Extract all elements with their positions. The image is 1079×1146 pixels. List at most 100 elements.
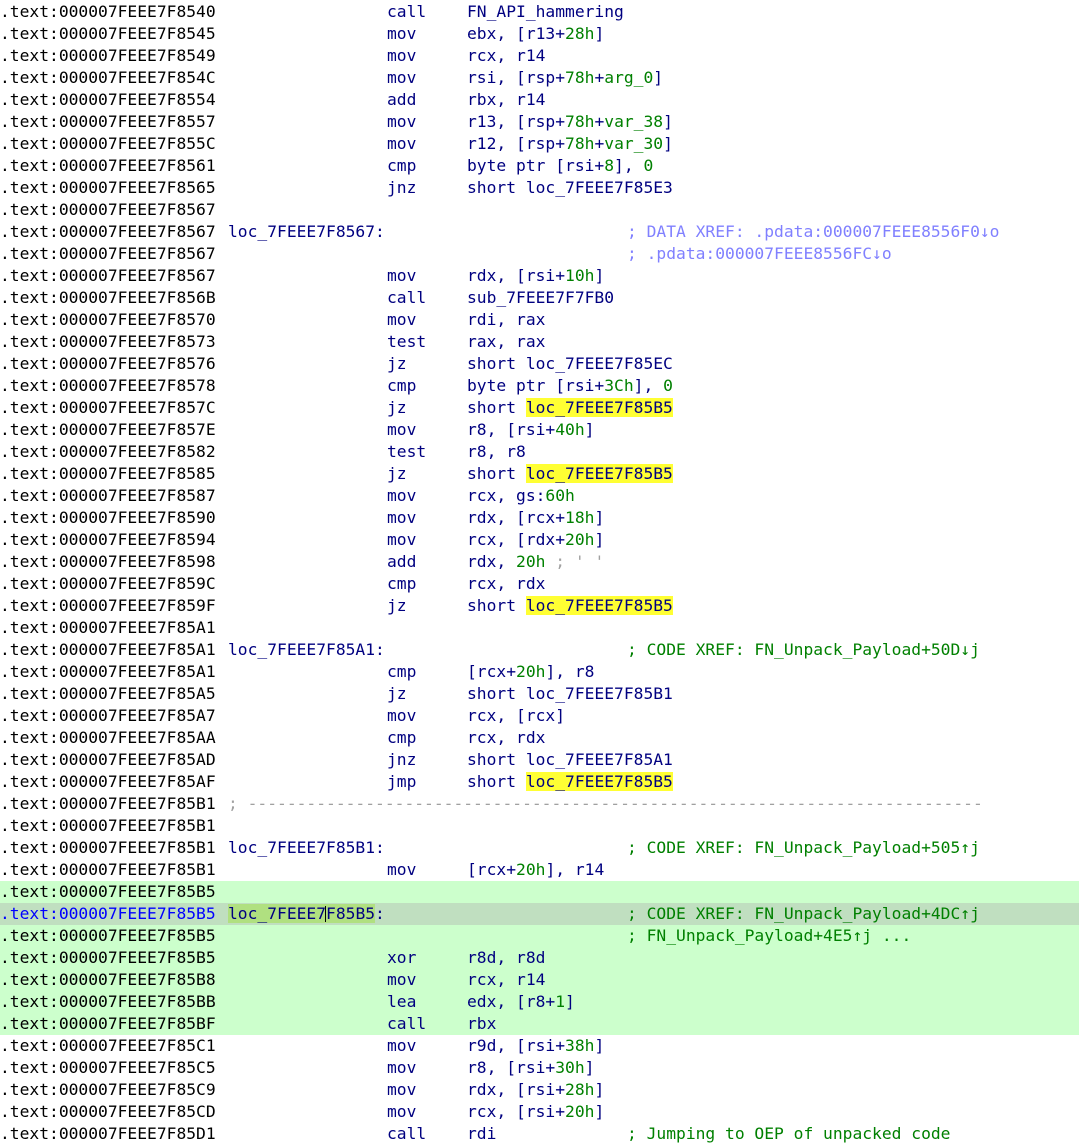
address[interactable]: .text:000007FEEE7F857E (0, 419, 216, 441)
address[interactable]: .text:000007FEEE7F85B5 (0, 925, 216, 947)
address[interactable]: .text:000007FEEE7F85A5 (0, 683, 216, 705)
listing-line[interactable]: .text:000007FEEE7F85B5 ; FN_Unpack_Payloa… (0, 925, 1079, 947)
address[interactable]: .text:000007FEEE7F85A1 (0, 661, 216, 683)
address[interactable]: .text:000007FEEE7F8567 (0, 199, 216, 221)
highlighted-label-ref[interactable]: loc_7FEEE7F85B5 (525, 398, 673, 417)
listing-line[interactable]: .text:000007FEEE7F8598 add rdx, 20h ; ' ' (0, 551, 1079, 573)
listing-line[interactable]: .text:000007FEEE7F854C mov rsi, [rsp+78h+a… (0, 67, 1079, 89)
listing-line[interactable]: .text:000007FEEE7F85AD jnz short loc_7FEEE… (0, 749, 1079, 771)
mnemonic[interactable]: cmp (387, 375, 416, 397)
listing-line[interactable]: .text:000007FEEE7F85C9 mov rdx, [rsi+28h] (0, 1079, 1079, 1101)
address[interactable]: .text:000007FEEE7F8587 (0, 485, 216, 507)
mnemonic[interactable]: mov (387, 485, 416, 507)
operands[interactable]: short loc_7FEEE7F85B5 (467, 771, 673, 793)
address[interactable]: .text:000007FEEE7F8567 (0, 243, 216, 265)
mnemonic[interactable]: jnz (387, 749, 416, 771)
disassembly-listing[interactable]: .text:000007FEEE7F8540 call FN_API_hammeri… (0, 1, 1079, 1145)
listing-line[interactable]: .text:000007FEEE7F8567 loc_7FEEE7F8567: ; … (0, 221, 1079, 243)
listing-line[interactable]: .text:000007FEEE7F8570 mov rdi, rax (0, 309, 1079, 331)
address[interactable]: .text:000007FEEE7F8561 (0, 155, 216, 177)
operands[interactable]: rcx, r14 (467, 969, 545, 991)
operands[interactable]: rcx, gs:60h (467, 485, 575, 507)
listing-line[interactable]: .text:000007FEEE7F85BB lea edx, [r8+1] (0, 991, 1079, 1013)
listing-line[interactable]: .text:000007FEEE7F8567 ; .pdata:000007FEE… (0, 243, 1079, 265)
operands[interactable]: rcx, r14 (467, 45, 545, 67)
mnemonic[interactable]: mov (387, 23, 416, 45)
address[interactable]: .text:000007FEEE7F85A7 (0, 705, 216, 727)
mnemonic[interactable]: mov (387, 969, 416, 991)
operands[interactable]: r12, [rsp+78h+var_30] (467, 133, 673, 155)
mnemonic[interactable]: mov (387, 45, 416, 67)
address[interactable]: .text:000007FEEE7F859F (0, 595, 216, 617)
operands[interactable]: short loc_7FEEE7F85B5 (467, 463, 673, 485)
operands[interactable]: r8, [rsi+30h] (467, 1057, 594, 1079)
operands[interactable]: rax, rax (467, 331, 545, 353)
mnemonic[interactable]: jmp (387, 771, 416, 793)
listing-line[interactable]: .text:000007FEEE7F8561 cmp byte ptr [rsi+8… (0, 155, 1079, 177)
address[interactable]: .text:000007FEEE7F85CD (0, 1101, 216, 1123)
listing-line[interactable]: .text:000007FEEE7F85B1 ; ----------------… (0, 793, 1079, 815)
listing-line[interactable]: .text:000007FEEE7F85B5 (0, 881, 1079, 903)
address[interactable]: .text:000007FEEE7F854C (0, 67, 216, 89)
address[interactable]: .text:000007FEEE7F8567 (0, 221, 216, 243)
mnemonic[interactable]: xor (387, 947, 416, 969)
address[interactable]: .text:000007FEEE7F85C5 (0, 1057, 216, 1079)
address[interactable]: .text:000007FEEE7F8590 (0, 507, 216, 529)
listing-line[interactable]: .text:000007FEEE7F85B1 (0, 815, 1079, 837)
operands[interactable]: short loc_7FEEE7F85EC (467, 353, 673, 375)
listing-line[interactable]: .text:000007FEEE7F85B8 mov rcx, r14 (0, 969, 1079, 991)
operands[interactable]: short loc_7FEEE7F85B1 (467, 683, 673, 705)
mnemonic[interactable]: cmp (387, 727, 416, 749)
operands[interactable]: rdx, [rcx+18h] (467, 507, 604, 529)
operands[interactable]: rdx, [rsi+28h] (467, 1079, 604, 1101)
listing-line[interactable]: .text:000007FEEE7F8557 mov r13, [rsp+78h+v… (0, 111, 1079, 133)
mnemonic[interactable]: mov (387, 507, 416, 529)
address[interactable]: .text:000007FEEE7F85AA (0, 727, 216, 749)
address[interactable]: .text:000007FEEE7F8549 (0, 45, 216, 67)
mnemonic[interactable]: call (387, 287, 426, 309)
operands[interactable]: rbx, r14 (467, 89, 545, 111)
operands[interactable]: rcx, [rsi+20h] (467, 1101, 604, 1123)
code-label[interactable]: loc_7FEEE7F85A1: (228, 639, 385, 661)
listing-line[interactable]: .text:000007FEEE7F85C1 mov r9d, [rsi+38h] (0, 1035, 1079, 1057)
listing-line[interactable]: .text:000007FEEE7F85A5 jz short loc_7FEEE7… (0, 683, 1079, 705)
operands[interactable]: rcx, rdx (467, 727, 545, 749)
code-label[interactable]: loc_7FEEE7F85B1: (228, 837, 385, 859)
address[interactable]: .text:000007FEEE7F8598 (0, 551, 216, 573)
address[interactable]: .text:000007FEEE7F85B1 (0, 837, 216, 859)
listing-line[interactable]: .text:000007FEEE7F85BF call rbx (0, 1013, 1079, 1035)
mnemonic[interactable]: jz (387, 463, 407, 485)
listing-line[interactable]: .text:000007FEEE7F85B1 mov [rcx+20h], r14 (0, 859, 1079, 881)
mnemonic[interactable]: mov (387, 265, 416, 287)
listing-line[interactable]: .text:000007FEEE7F8567 (0, 199, 1079, 221)
listing-line[interactable]: .text:000007FEEE7F8540 call FN_API_hammeri… (0, 1, 1079, 23)
listing-line[interactable]: .text:000007FEEE7F8565 jnz short loc_7FEEE… (0, 177, 1079, 199)
mnemonic[interactable]: mov (387, 419, 416, 441)
listing-line[interactable]: .text:000007FEEE7F8582 test r8, r8 (0, 441, 1079, 463)
operands[interactable]: edx, [r8+1] (467, 991, 575, 1013)
mnemonic[interactable]: call (387, 1013, 426, 1035)
listing-line[interactable]: .text:000007FEEE7F85A7 mov rcx, [rcx] (0, 705, 1079, 727)
operands[interactable]: rdx, [rsi+10h] (467, 265, 604, 287)
operands[interactable]: r13, [rsp+78h+var_38] (467, 111, 673, 133)
code-label[interactable]: loc_7FEEE7F85B5: (228, 903, 385, 925)
mnemonic[interactable]: jz (387, 595, 407, 617)
address[interactable]: .text:000007FEEE7F85AF (0, 771, 216, 793)
address[interactable]: .text:000007FEEE7F859C (0, 573, 216, 595)
address[interactable]: .text:000007FEEE7F8594 (0, 529, 216, 551)
address[interactable]: .text:000007FEEE7F85AD (0, 749, 216, 771)
address[interactable]: .text:000007FEEE7F85B5 (0, 947, 216, 969)
address[interactable]: .text:000007FEEE7F85A1 (0, 617, 216, 639)
listing-line[interactable]: .text:000007FEEE7F855C mov r12, [rsp+78h+v… (0, 133, 1079, 155)
listing-line[interactable]: .text:000007FEEE7F857C jz short loc_7FEEE7… (0, 397, 1079, 419)
listing-line[interactable]: .text:000007FEEE7F85A1 loc_7FEEE7F85A1: ; … (0, 639, 1079, 661)
listing-line[interactable]: .text:000007FEEE7F8549 mov rcx, r14 (0, 45, 1079, 67)
listing-line[interactable]: .text:000007FEEE7F859F jz short loc_7FEEE7… (0, 595, 1079, 617)
mnemonic[interactable]: add (387, 551, 416, 573)
operands[interactable]: sub_7FEEE7F7FB0 (467, 287, 614, 309)
listing-line[interactable]: .text:000007FEEE7F85C5 mov r8, [rsi+30h] (0, 1057, 1079, 1079)
mnemonic[interactable]: mov (387, 705, 416, 727)
listing-line[interactable]: .text:000007FEEE7F85AF jmp short loc_7FEEE… (0, 771, 1079, 793)
mnemonic[interactable]: call (387, 1, 426, 23)
listing-line[interactable]: .text:000007FEEE7F8585 jz short loc_7FEEE7… (0, 463, 1079, 485)
